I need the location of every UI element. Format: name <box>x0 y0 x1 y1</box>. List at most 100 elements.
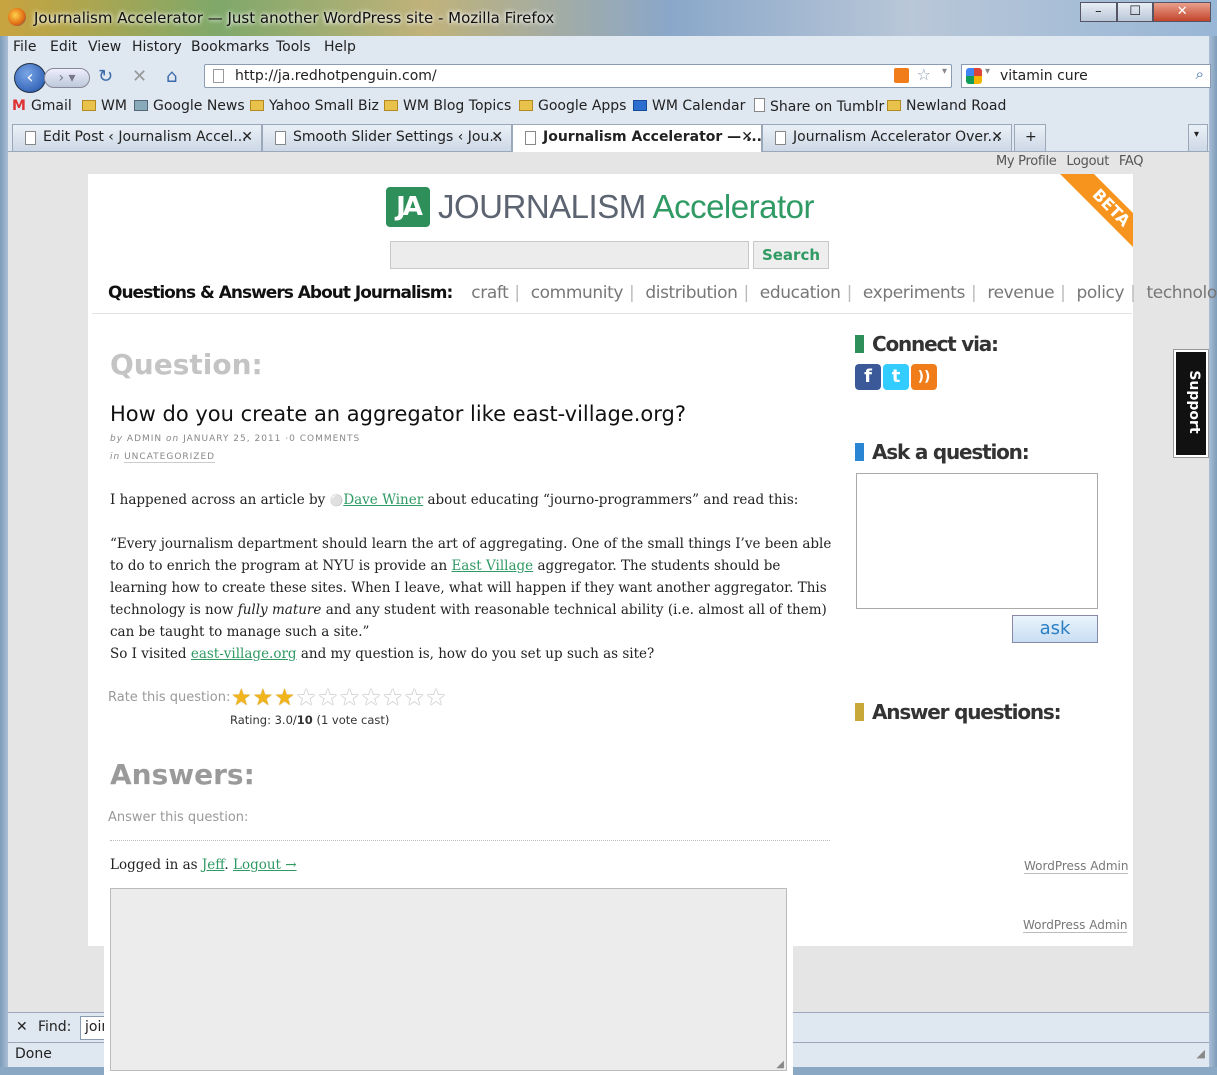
close-tab-icon[interactable]: ✕ <box>741 129 753 145</box>
bookmark-wm[interactable]: WM <box>82 98 127 114</box>
menu-edit[interactable]: Edit <box>50 39 77 55</box>
back-arrow-icon[interactable]: ‹ <box>14 63 46 93</box>
category-revenue[interactable]: revenue <box>987 283 1054 303</box>
menu-file[interactable]: File <box>13 39 36 55</box>
home-icon[interactable]: ⌂ <box>166 66 177 87</box>
close-window-button[interactable]: ✕ <box>1153 2 1211 22</box>
search-button[interactable]: Search <box>753 241 829 269</box>
rss-icon[interactable]: )) <box>911 364 937 390</box>
dave-winer-link[interactable]: Dave Winer <box>343 492 423 508</box>
ask-bar-icon <box>855 443 864 461</box>
bookmark-yahoo-small-biz[interactable]: Yahoo Small Biz <box>250 98 379 114</box>
category-link[interactable]: UNCATEGORIZED <box>124 452 216 463</box>
tab-journalism-overview[interactable]: Journalism Accelerator Over... ✕ <box>762 124 1012 151</box>
close-find-icon[interactable]: ✕ <box>16 1019 28 1035</box>
reload-icon[interactable]: ↻ <box>98 66 113 87</box>
support-tab[interactable]: Support <box>1173 349 1209 458</box>
site-search-input[interactable] <box>390 241 749 269</box>
firefox-icon <box>8 8 26 26</box>
maximize-button[interactable]: ☐ <box>1116 2 1154 22</box>
bookmark-wm-blog-topics[interactable]: WM Blog Topics <box>384 98 511 114</box>
site-logo[interactable]: JA JOURNALISM Accelerator <box>386 186 814 228</box>
rating-star-icon[interactable]: ★ <box>296 687 317 710</box>
rating-star-icon[interactable]: ★ <box>404 687 425 710</box>
east-village-link[interactable]: East Village <box>451 558 533 574</box>
answer-textarea[interactable]: ◢ <box>110 888 787 1071</box>
stop-icon[interactable]: ✕ <box>132 66 147 87</box>
rating-stars[interactable]: ★ ★ ★ ★ ★ ★ ★ ★ ★ ★ <box>231 687 447 710</box>
faq-link[interactable]: FAQ <box>1119 154 1144 169</box>
p3-text: and my question is, how do you set up su… <box>300 646 655 662</box>
tab-label: Journalism Accelerator — ... <box>543 129 762 145</box>
category-technology[interactable]: technology <box>1147 283 1217 303</box>
minimize-button[interactable]: – <box>1080 2 1117 22</box>
rating-star-icon[interactable]: ★ <box>339 687 360 710</box>
bookmark-newland-road[interactable]: Newland Road <box>887 98 1006 114</box>
rating-star-icon[interactable]: ★ <box>253 687 274 710</box>
author-link[interactable]: ADMIN <box>127 434 162 444</box>
tab-label: Edit Post ‹ Journalism Accel... <box>43 129 247 145</box>
question-title[interactable]: How do you create an aggregator like eas… <box>110 402 686 426</box>
bookmark-google-apps[interactable]: Google Apps <box>519 98 626 114</box>
bookmark-label: Google News <box>153 98 245 114</box>
rating-star-icon[interactable]: ★ <box>318 687 339 710</box>
find-input[interactable]: join <box>80 1016 110 1040</box>
tab-smooth-slider[interactable]: Smooth Slider Settings ‹ Jou... ✕ <box>262 124 512 151</box>
wordpress-admin-link[interactable]: WordPress Admin <box>1024 859 1129 874</box>
user-link[interactable]: Jeff <box>202 857 225 873</box>
menu-history[interactable]: History <box>132 39 182 55</box>
folder-icon <box>519 100 533 111</box>
wordpress-admin-link-footer[interactable]: WordPress Admin <box>1023 918 1128 933</box>
answer-label: Answer this question: <box>108 810 249 825</box>
bookmark-share-on-tumblr[interactable]: Share on Tumblr <box>754 98 884 115</box>
menu-help[interactable]: Help <box>324 39 356 55</box>
logo-mark: JA <box>386 187 430 227</box>
my-profile-link[interactable]: My Profile <box>996 154 1057 169</box>
category-nav: Questions & Answers About Journalism: cr… <box>108 283 1217 303</box>
logout-link[interactable]: Logout <box>1066 154 1109 169</box>
url-input[interactable]: http://ja.redhotpenguin.com/ ☆ ▾ <box>204 64 952 88</box>
close-tab-icon[interactable]: ✕ <box>991 129 1003 145</box>
category-distribution[interactable]: distribution <box>645 283 737 303</box>
category-policy[interactable]: policy <box>1077 283 1125 303</box>
ask-question-textarea[interactable] <box>856 473 1098 609</box>
resize-grip-icon[interactable]: ◢ <box>1197 1047 1205 1060</box>
rss-feed-icon[interactable] <box>894 68 909 83</box>
category-craft[interactable]: craft <box>471 283 509 303</box>
rating-star-icon[interactable]: ★ <box>231 687 252 710</box>
close-tab-icon[interactable]: ✕ <box>241 129 253 145</box>
rating-star-icon[interactable]: ★ <box>426 687 447 710</box>
new-tab-button[interactable]: + <box>1014 124 1046 151</box>
twitter-icon[interactable]: t <box>883 364 909 390</box>
facebook-icon[interactable]: f <box>855 364 881 390</box>
bookmark-gmail[interactable]: M Gmail <box>12 98 72 114</box>
menu-tools[interactable]: Tools <box>276 39 311 55</box>
logout-answer-link[interactable]: Logout → <box>233 857 297 873</box>
tab-list-button[interactable]: ▾ <box>1188 124 1208 151</box>
connect-heading: Connect via: <box>855 332 999 356</box>
menu-bookmarks[interactable]: Bookmarks <box>191 39 269 55</box>
comments-link[interactable]: 0 COMMENTS <box>289 434 360 444</box>
calendar-icon <box>633 100 647 111</box>
bookmark-star-icon[interactable]: ☆ <box>917 65 931 84</box>
tab-edit-post[interactable]: Edit Post ‹ Journalism Accel... ✕ <box>12 124 262 151</box>
category-experiments[interactable]: experiments <box>863 283 966 303</box>
url-dropdown-icon[interactable]: ▾ <box>942 66 947 77</box>
ask-button[interactable]: ask <box>1012 615 1098 643</box>
bookmark-wm-calendar[interactable]: WM Calendar <box>633 98 745 114</box>
tab-journalism-accelerator[interactable]: Journalism Accelerator — ... ✕ <box>512 124 762 152</box>
rating-star-icon[interactable]: ★ <box>382 687 403 710</box>
menu-view[interactable]: View <box>88 39 121 55</box>
bookmark-google-news[interactable]: Google News <box>134 98 245 114</box>
category-community[interactable]: community <box>531 283 624 303</box>
rating-star-icon[interactable]: ★ <box>274 687 295 710</box>
search-engine-input[interactable]: ▾ vitamin cure ⌕ <box>961 64 1211 88</box>
resize-grip-icon[interactable]: ◢ <box>776 1059 784 1070</box>
east-village-org-link[interactable]: east-village.org <box>191 646 297 662</box>
forward-arrow-icon[interactable]: › ▾ <box>44 68 90 88</box>
magnifier-icon[interactable]: ⌕ <box>1196 65 1204 83</box>
engine-dropdown-icon[interactable]: ▾ <box>985 66 990 77</box>
close-tab-icon[interactable]: ✕ <box>491 129 503 145</box>
category-education[interactable]: education <box>760 283 841 303</box>
rating-star-icon[interactable]: ★ <box>361 687 382 710</box>
